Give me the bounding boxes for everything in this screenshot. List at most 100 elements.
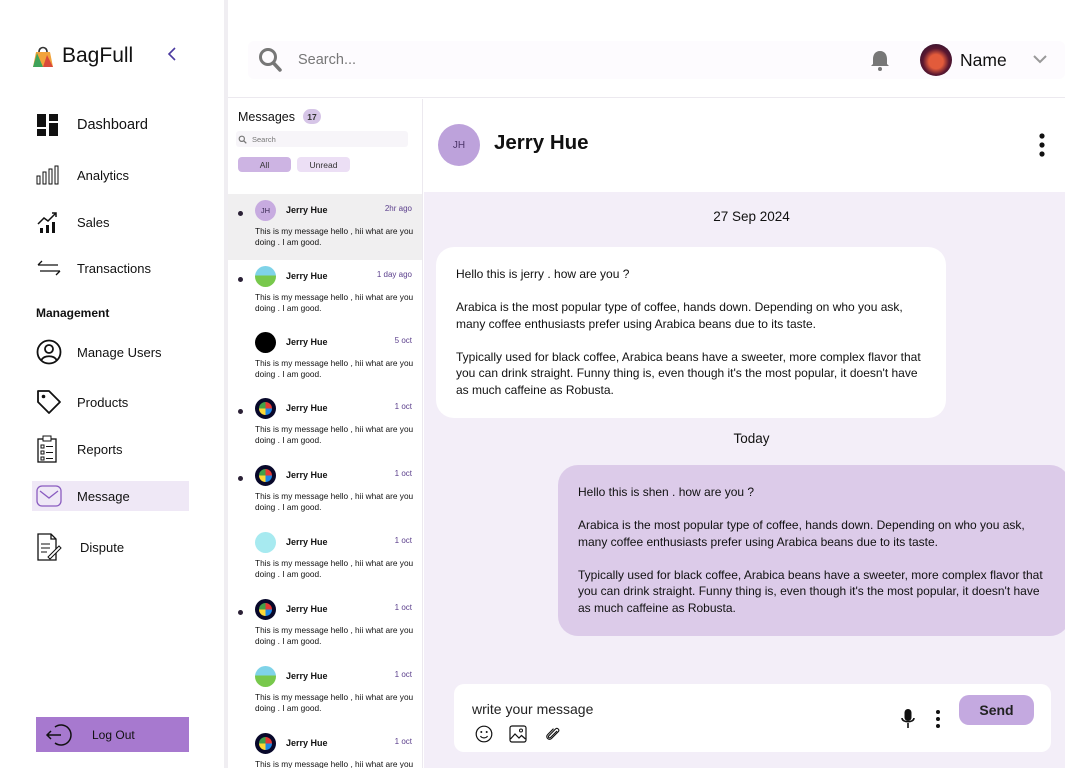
sidebar-item-products[interactable]: Products — [32, 387, 189, 417]
conversation-item[interactable]: Jerry Hue 1 oct This is my message hello… — [228, 660, 422, 726]
unread-dot — [238, 409, 243, 414]
messages-search-field[interactable] — [236, 131, 408, 147]
sidebar-item-sales[interactable]: Sales — [32, 207, 189, 237]
logout-label: Log Out — [92, 727, 135, 742]
conversation-time: 1 oct — [394, 737, 412, 746]
chat-contact-avatar[interactable]: JH — [438, 124, 480, 166]
conversation-preview: This is my message hello , hii what are … — [255, 358, 414, 379]
sidebar-item-label: Reports — [77, 441, 123, 457]
sidebar-item-reports[interactable]: Reports — [32, 434, 189, 464]
conversation-item[interactable]: Jerry Hue 1 oct This is my message hello… — [228, 526, 422, 592]
message-text: Arabica is the most popular type of coff… — [578, 518, 1025, 549]
message-text: Hello this is shen . how are you ? — [578, 485, 755, 499]
conversation-time: 1 oct — [394, 536, 412, 545]
conversation-name: Jerry Hue — [286, 205, 328, 215]
sidebar-item-transactions[interactable]: Transactions — [32, 253, 189, 283]
conversation-item[interactable]: Jerry Hue 1 oct This is my message hello… — [228, 593, 422, 659]
send-button[interactable]: Send — [959, 695, 1034, 725]
more-vertical-icon[interactable] — [934, 709, 942, 729]
messages-header: Messages 17 — [238, 109, 321, 124]
conversation-avatar — [255, 332, 276, 353]
message-text: Hello this is jerry . how are you ? — [456, 267, 630, 281]
sidebar-item-label: Products — [77, 394, 129, 410]
conversation-name: Jerry Hue — [286, 470, 328, 480]
message-input[interactable] — [472, 699, 852, 719]
clipboard-list-icon — [37, 435, 57, 463]
microphone-icon[interactable] — [900, 708, 916, 730]
topbar: Name — [228, 0, 1065, 98]
mail-icon — [36, 485, 62, 507]
conversation-avatar — [255, 398, 276, 419]
conversation-item[interactable]: Jerry Hue 1 oct This is my message hello… — [228, 459, 422, 525]
date-separator: Today — [733, 431, 770, 446]
outgoing-message-bubble: Hello this is shen . how are you ? Arabi… — [558, 465, 1065, 636]
conversation-item[interactable]: JH Jerry Hue 2hr ago This is my message … — [228, 194, 422, 260]
image-icon[interactable] — [509, 725, 527, 743]
conversation-preview: This is my message hello , hii what are … — [255, 424, 414, 445]
chevron-down-icon[interactable] — [1032, 52, 1048, 66]
conversation-avatar: JH — [255, 200, 276, 221]
collapse-sidebar-chevron-icon[interactable] — [164, 45, 180, 63]
date-separator: 27 Sep 2024 — [713, 209, 790, 224]
user-name[interactable]: Name — [960, 50, 1007, 71]
sidebar-item-label: Sales — [77, 214, 110, 230]
conversation-item[interactable]: Jerry Hue 5 oct This is my message hello… — [228, 326, 422, 392]
sidebar-item-dispute[interactable]: Dispute — [32, 532, 189, 562]
sidebar-item-dashboard[interactable]: Dashboard — [32, 110, 189, 140]
conversation-avatar — [255, 532, 276, 553]
unread-dot — [238, 476, 243, 481]
conversation-time: 2hr ago — [384, 204, 412, 213]
conversation-time: 1 oct — [394, 670, 412, 679]
conversation-preview: This is my message hello , hii what are … — [255, 491, 414, 512]
user-circle-icon — [36, 339, 62, 365]
conversation-avatar — [255, 599, 276, 620]
brand-name: BagFull — [62, 44, 134, 67]
conversation-preview: This is my message hello , hii what are … — [255, 292, 414, 313]
incoming-message-bubble: Hello this is jerry . how are you ? Arab… — [436, 247, 946, 418]
chat-body: 27 Sep 2024 Hello this is jerry . how ar… — [424, 192, 1065, 768]
document-edit-icon — [37, 533, 62, 561]
messages-search-input[interactable] — [252, 134, 392, 144]
messages-panel: Messages 17 All Unread JH Jerry Hue 2hr … — [228, 99, 423, 768]
brand: BagFull — [30, 40, 133, 72]
conversation-time: 1 day ago — [376, 270, 412, 279]
notification-bell-icon[interactable] — [868, 48, 892, 72]
sidebar-item-analytics[interactable]: Analytics — [32, 160, 189, 190]
sidebar-item-label: Analytics — [77, 167, 130, 183]
sidebar-item-label: Dashboard — [77, 117, 148, 133]
tag-icon — [37, 390, 61, 414]
sidebar-item-label: Dispute — [80, 539, 125, 555]
chat-contact-name: Jerry Hue — [494, 131, 589, 154]
paperclip-icon[interactable] — [545, 725, 561, 743]
more-vertical-icon[interactable] — [1036, 132, 1048, 158]
shopping-bag-logo-icon — [33, 46, 53, 67]
search-icon[interactable] — [258, 47, 282, 73]
sidebar: BagFull Dashboard Analytics Sales Transa… — [0, 0, 224, 768]
sidebar-item-label: Manage Users — [77, 344, 162, 360]
conversation-item[interactable]: Jerry Hue 1 day ago This is my message h… — [228, 260, 422, 326]
filter-unread-tab[interactable]: Unread — [297, 157, 350, 172]
user-avatar[interactable] — [920, 44, 952, 76]
conversation-avatar — [255, 465, 276, 486]
conversation-time: 5 oct — [394, 336, 412, 345]
conversation-time: 1 oct — [394, 603, 412, 612]
logout-button[interactable]: Log Out — [36, 717, 189, 752]
conversation-preview: This is my message hello , hii what are … — [255, 692, 414, 713]
message-text: Typically used for black coffee, Arabica… — [456, 349, 921, 397]
transfer-arrows-icon — [37, 260, 61, 276]
conversation-item[interactable]: Jerry Hue 1 oct This is my message hello… — [228, 727, 422, 768]
sidebar-item-message[interactable]: Message — [32, 481, 189, 511]
unread-dot — [238, 610, 243, 615]
conversation-name: Jerry Hue — [286, 604, 328, 614]
conversation-avatar — [255, 733, 276, 754]
chat-header: JH Jerry Hue — [424, 99, 1065, 192]
global-search-input[interactable] — [298, 48, 698, 72]
conversation-name: Jerry Hue — [286, 738, 328, 748]
sidebar-item-manage-users[interactable]: Manage Users — [32, 337, 189, 367]
emoji-icon[interactable] — [475, 725, 493, 743]
conversation-item[interactable]: Jerry Hue 1 oct This is my message hello… — [228, 392, 422, 458]
unread-dot — [238, 277, 243, 282]
conversation-name: Jerry Hue — [286, 337, 328, 347]
filter-all-tab[interactable]: All — [238, 157, 291, 172]
conversation-avatar — [255, 666, 276, 687]
